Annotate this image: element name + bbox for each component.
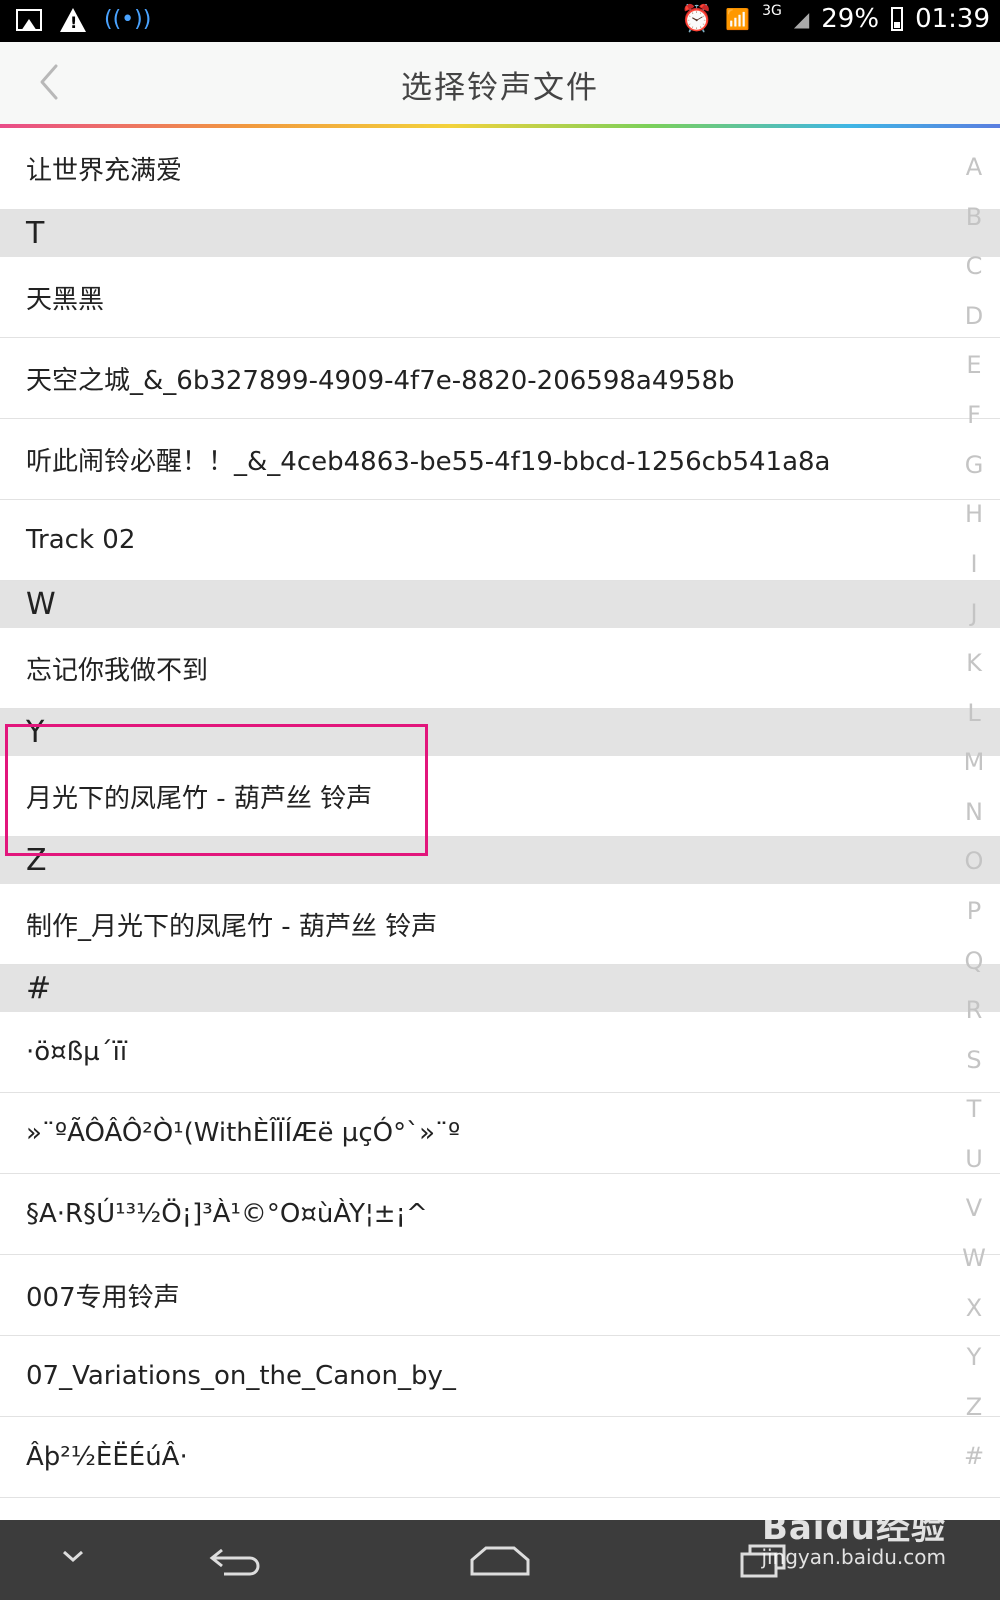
- index-letter[interactable]: F: [962, 391, 986, 441]
- index-letter[interactable]: L: [962, 689, 986, 739]
- watermark-url: jingyan.baidu.com: [761, 1545, 946, 1569]
- index-letter[interactable]: K: [962, 639, 986, 689]
- signal-icon: ◢: [793, 7, 810, 31]
- page-title: 选择铃声文件: [401, 70, 599, 106]
- nav-home-button[interactable]: [468, 1542, 532, 1578]
- notification-icons: ((•)): [16, 7, 151, 32]
- ringtone-item[interactable]: §A·R§Ú¹³½Ö¡]³À¹©°O¤ùÀY¦±¡^: [0, 1174, 1000, 1255]
- ringtone-item[interactable]: 听此闹铃必醒！！_&_4ceb4863-be55-4f19-bbcd-1256c…: [0, 419, 1000, 500]
- signal-broadcast-icon: ((•)): [104, 7, 152, 32]
- highlight-annotation: [5, 724, 428, 856]
- watermark-logo: Baidu经验: [761, 1508, 946, 1548]
- index-letter[interactable]: Q: [962, 937, 986, 987]
- index-letter[interactable]: #: [962, 1432, 986, 1482]
- index-letter[interactable]: Z: [962, 1383, 986, 1433]
- index-letter[interactable]: Y: [962, 1333, 986, 1383]
- baidu-watermark: Baidu经验 jingyan.baidu.com: [761, 1500, 946, 1569]
- index-letter[interactable]: S: [962, 1036, 986, 1086]
- ringtone-item[interactable]: 天空之城_&_6b327899-4909-4f7e-8820-206598a49…: [0, 338, 1000, 419]
- ringtone-item[interactable]: 天黑黑: [0, 257, 1000, 338]
- index-letter[interactable]: T: [962, 1085, 986, 1135]
- ringtone-item[interactable]: 制作_月光下的凤尾竹 - 葫芦丝 铃声: [0, 884, 1000, 965]
- index-letter[interactable]: W: [962, 1234, 986, 1284]
- battery-percent: 29%: [821, 4, 880, 34]
- index-letter[interactable]: X: [962, 1284, 986, 1334]
- system-icons: ⏰ 📶 3G ◢ 29% 01:39: [680, 3, 990, 34]
- clock: 01:39: [915, 4, 990, 34]
- ringtone-item[interactable]: 让世界充满爱: [0, 128, 1000, 210]
- chevron-down-icon: [63, 1550, 83, 1563]
- index-letter[interactable]: O: [962, 837, 986, 887]
- title-bar: 选择铃声文件: [0, 42, 1000, 124]
- ringtone-item[interactable]: »¨ºÃÔÂÔ²Ò¹(WithÈÎÏÍÆë µçÓ°`»¨º: [0, 1093, 1000, 1174]
- network-type: 3G: [762, 3, 782, 19]
- index-letter[interactable]: R: [962, 986, 986, 1036]
- index-letter[interactable]: I: [962, 540, 986, 590]
- index-letter[interactable]: B: [962, 193, 986, 243]
- battery-icon: [891, 7, 904, 31]
- alphabet-index[interactable]: A B C D E F G H I J K L M N O P Q R S T U V W X Y Z #: [962, 143, 986, 1482]
- status-bar: ((•)) ⏰ 📶 3G ◢ 29% 01:39: [0, 0, 1000, 42]
- index-letter[interactable]: U: [962, 1135, 986, 1185]
- section-header: W: [0, 581, 1000, 628]
- image-notification-icon: [16, 8, 42, 31]
- ringtone-item[interactable]: ·ö¤ßµ´ïï: [0, 1012, 1000, 1093]
- index-letter[interactable]: C: [962, 242, 986, 292]
- index-letter[interactable]: G: [962, 441, 986, 491]
- index-letter[interactable]: J: [962, 589, 986, 639]
- warning-icon: [60, 7, 86, 32]
- back-arrow-icon: [209, 1548, 260, 1576]
- index-letter[interactable]: E: [962, 341, 986, 391]
- ringtone-item[interactable]: 07_Variations_on_the_Canon_by_: [0, 1336, 1000, 1417]
- home-icon: [470, 1546, 530, 1576]
- index-letter[interactable]: N: [962, 788, 986, 838]
- hide-keyboard-button[interactable]: [58, 1544, 88, 1568]
- index-letter[interactable]: D: [962, 292, 986, 342]
- index-letter[interactable]: M: [962, 738, 986, 788]
- index-letter[interactable]: A: [962, 143, 986, 193]
- ringtone-item[interactable]: Track 02: [0, 500, 1000, 581]
- ringtone-item[interactable]: 007专用铃声: [0, 1255, 1000, 1336]
- nav-back-button[interactable]: [206, 1540, 266, 1580]
- index-letter[interactable]: H: [962, 490, 986, 540]
- section-header: T: [0, 210, 1000, 257]
- ringtone-item[interactable]: 忘记你我做不到: [0, 628, 1000, 709]
- index-letter[interactable]: P: [962, 887, 986, 937]
- wifi-icon: 📶: [725, 7, 751, 31]
- ringtone-item[interactable]: Âþ²½ÈËÉúÂ·: [0, 1417, 1000, 1498]
- index-letter[interactable]: V: [962, 1184, 986, 1234]
- section-header: #: [0, 965, 1000, 1012]
- alarm-icon: ⏰: [680, 4, 714, 34]
